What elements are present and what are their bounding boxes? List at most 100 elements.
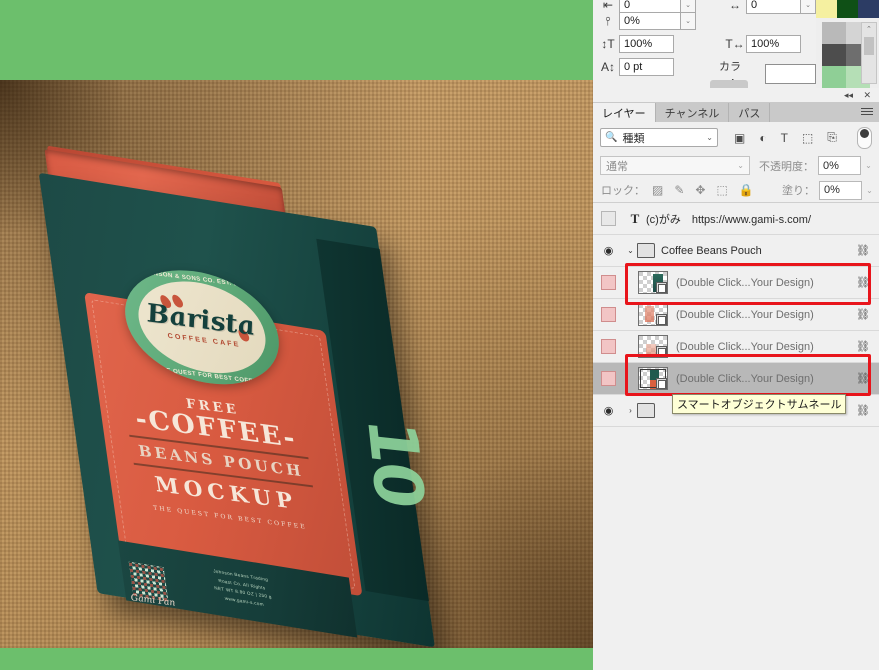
- swatch-cell[interactable]: [837, 0, 858, 18]
- chevron-right-icon[interactable]: ›: [624, 406, 637, 415]
- layer-thumbnail[interactable]: [638, 271, 668, 294]
- filter-adjustment-icon[interactable]: ◐: [759, 131, 766, 145]
- lock-artboard-nesting-icon[interactable]: ⬚: [716, 183, 727, 197]
- opacity-field[interactable]: 0%: [818, 156, 861, 175]
- lock-transparent-pixels-icon[interactable]: ▨: [652, 183, 663, 197]
- smart-object-thumbnail-tooltip: スマートオブジェクトサムネール: [672, 394, 847, 414]
- blend-mode-select[interactable]: 通常 ⌄: [600, 156, 750, 175]
- lock-all-icon[interactable]: 🔒: [739, 183, 754, 197]
- lock-image-pixels-icon[interactable]: ✎: [674, 183, 684, 197]
- layer-thumbnail[interactable]: [638, 335, 668, 358]
- tab-channels[interactable]: チャンネル: [655, 103, 730, 122]
- lock-icon-group[interactable]: ▨ ✎ ✥ ⬚ 🔒: [652, 183, 754, 197]
- layer-visibility-toggle[interactable]: ◉: [593, 236, 624, 266]
- fill-field[interactable]: 0%: [819, 180, 862, 200]
- layer-name[interactable]: (Double Click...Your Design): [676, 373, 814, 385]
- layer-thumbnail[interactable]: [638, 367, 668, 390]
- dock-title-bar[interactable]: ◂◂ ✕: [593, 88, 879, 103]
- type-layer-icon: T: [630, 210, 640, 226]
- filter-enable-toggle[interactable]: [857, 127, 872, 149]
- filter-pixel-icon[interactable]: ▣: [734, 131, 745, 145]
- link-icon[interactable]: ⛓: [856, 340, 870, 353]
- swatch-cell[interactable]: [858, 0, 879, 18]
- eye-off-icon[interactable]: [601, 307, 616, 322]
- layer-name[interactable]: Coffee Beans Pouch: [661, 245, 762, 257]
- kerning-field[interactable]: 0: [746, 0, 801, 14]
- blend-mode-row: 通常 ⌄ 不透明度： 0% ⌄: [593, 153, 879, 178]
- layer-name[interactable]: (c)がみ https://www.gami-s.com/: [646, 211, 811, 227]
- layer-name[interactable]: (Double Click...Your Design): [676, 341, 814, 353]
- layer-kind-select[interactable]: 🔍 種類 ⌄: [600, 128, 718, 147]
- table-row[interactable]: (Double Click...Your Design) ⛓: [593, 363, 879, 395]
- smart-object-badge-icon: [656, 282, 667, 293]
- eye-off-icon[interactable]: [601, 275, 616, 290]
- pouch-weight-number: 10: [351, 415, 439, 510]
- panel-tab-strip[interactable]: レイヤー チャンネル パス: [593, 102, 879, 122]
- chevron-down-icon[interactable]: ⌄: [706, 133, 713, 142]
- baseline-caret-icon[interactable]: ⌄: [681, 12, 696, 30]
- canvas-background-top: [0, 0, 593, 80]
- folder-icon: [637, 403, 655, 418]
- swatch-cell[interactable]: [822, 66, 846, 88]
- table-row[interactable]: (Double Click...Your Design) ⛓: [593, 267, 879, 299]
- leading-field[interactable]: 0 pt: [619, 58, 674, 76]
- eye-on-icon[interactable]: ◉: [604, 404, 614, 417]
- swatch-cell[interactable]: [816, 0, 837, 18]
- swatch-cell[interactable]: [822, 22, 846, 44]
- layer-visibility-toggle[interactable]: [593, 268, 624, 298]
- eye-off-icon[interactable]: [601, 339, 616, 354]
- baseline-shift-field[interactable]: 0%: [619, 12, 681, 30]
- tab-paths[interactable]: パス: [729, 103, 771, 122]
- kerning-caret-icon[interactable]: ⌄: [801, 0, 816, 14]
- layer-visibility-toggle[interactable]: [593, 332, 624, 362]
- character-panel[interactable]: ⇤ 0 ⌄ ↔ 0 ⌄ ⫯ 0% ⌄ ↕T 100% T↔ 100% A↕ 0 …: [593, 0, 817, 91]
- layer-thumbnail[interactable]: [638, 303, 668, 326]
- layer-filter-icons[interactable]: ▣ ◐ T ⬚ ⎘: [734, 130, 837, 145]
- document-canvas[interactable]: Johnson Beans Trading Roast Co. All Right…: [0, 0, 593, 670]
- close-panel-icon[interactable]: ✕: [863, 90, 871, 100]
- layer-name[interactable]: (Double Click...Your Design): [676, 277, 814, 289]
- vertical-scale-field[interactable]: 100%: [619, 35, 674, 53]
- link-icon[interactable]: ⛓: [856, 308, 870, 321]
- swatches-scrollbar[interactable]: ⌃: [861, 22, 877, 84]
- filter-smart-object-icon[interactable]: ⎘: [827, 130, 837, 145]
- table-row[interactable]: (Double Click...Your Design) ⛓: [593, 299, 879, 331]
- tab-layers[interactable]: レイヤー: [593, 103, 656, 122]
- layer-name[interactable]: (Double Click...Your Design): [676, 309, 814, 321]
- link-icon[interactable]: ⛓: [856, 244, 870, 257]
- table-row[interactable]: ◉ ⌄ Coffee Beans Pouch ⛓: [593, 235, 879, 267]
- swatch-cell[interactable]: [822, 44, 846, 66]
- leading-icon: A↕: [600, 60, 615, 74]
- panel-menu-icon[interactable]: [861, 106, 873, 116]
- filter-shape-icon[interactable]: ⬚: [802, 131, 813, 145]
- vertical-scale-icon: ↕T: [601, 37, 615, 51]
- layer-visibility-toggle[interactable]: [593, 364, 624, 394]
- fill-label: 塗り：: [782, 185, 815, 197]
- lock-position-icon[interactable]: ✥: [695, 183, 705, 197]
- link-icon[interactable]: ⛓: [856, 404, 870, 417]
- layer-visibility-toggle[interactable]: ◉: [593, 396, 624, 426]
- chevron-down-icon[interactable]: ⌄: [737, 161, 744, 170]
- eye-on-icon[interactable]: ◉: [604, 244, 614, 257]
- link-icon[interactable]: ⛓: [856, 372, 870, 385]
- table-row[interactable]: (Double Click...Your Design) ⛓: [593, 331, 879, 363]
- chevron-up-icon[interactable]: ⌃: [866, 25, 872, 33]
- collapse-panel-icon[interactable]: ◂◂: [844, 90, 853, 100]
- swatch-top-row[interactable]: [816, 0, 879, 18]
- swatches-panel[interactable]: ⌃: [816, 0, 879, 110]
- fill-caret-icon[interactable]: ⌄: [862, 181, 877, 200]
- eye-off-icon[interactable]: [601, 371, 616, 386]
- layers-panel: 🔍 種類 ⌄ ▣ ◐ T ⬚ ⎘ 通常 ⌄ 不透明度： 0% ⌄ ロック： ▨ …: [593, 122, 879, 670]
- table-row[interactable]: T (c)がみ https://www.gami-s.com/: [593, 203, 879, 235]
- canvas-background-bottom: [0, 648, 593, 670]
- chevron-down-icon[interactable]: ⌄: [624, 246, 637, 255]
- text-color-swatch[interactable]: [764, 64, 816, 84]
- opacity-caret-icon[interactable]: ⌄: [861, 156, 876, 175]
- layer-visibility-toggle[interactable]: [593, 204, 624, 234]
- link-icon[interactable]: ⛓: [856, 276, 870, 289]
- layer-visibility-toggle[interactable]: [593, 300, 624, 330]
- horizontal-scale-field[interactable]: 100%: [746, 35, 801, 53]
- eye-off-icon[interactable]: [601, 211, 616, 226]
- filter-type-icon[interactable]: T: [781, 131, 788, 145]
- scrollbar-thumb[interactable]: [864, 37, 874, 55]
